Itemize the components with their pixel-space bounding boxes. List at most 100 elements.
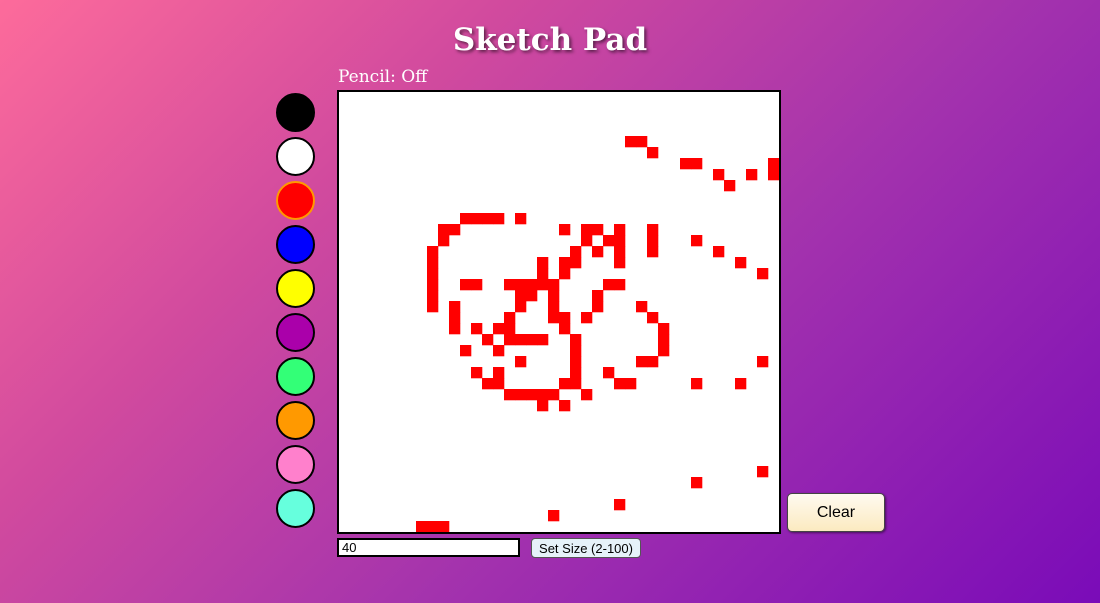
painted-cell[interactable] [449,301,461,313]
painted-cell[interactable] [493,323,505,335]
painted-cell[interactable] [658,323,670,335]
painted-cell[interactable] [614,279,626,291]
painted-cell[interactable] [504,389,516,401]
painted-cell[interactable] [548,290,560,302]
painted-cell[interactable] [570,367,582,379]
painted-cell[interactable] [493,367,505,379]
painted-cell[interactable] [526,334,538,346]
color-swatch-aqua[interactable] [276,489,315,528]
clear-button[interactable]: Clear [787,493,885,532]
painted-cell[interactable] [449,323,461,335]
set-size-button[interactable]: Set Size (2-100) [531,538,641,558]
painted-cell[interactable] [691,235,703,247]
painted-cell[interactable] [757,268,769,280]
painted-cell[interactable] [449,312,461,324]
color-swatch-orange[interactable] [276,401,315,440]
painted-cell[interactable] [647,356,659,368]
painted-cell[interactable] [735,257,747,269]
painted-cell[interactable] [548,301,560,313]
painted-cell[interactable] [515,213,527,225]
painted-cell[interactable] [713,169,725,181]
painted-cell[interactable] [537,279,549,291]
painted-cell[interactable] [581,312,593,324]
painted-cell[interactable] [592,224,604,236]
painted-cell[interactable] [570,356,582,368]
painted-cell[interactable] [537,389,549,401]
painted-cell[interactable] [636,356,648,368]
painted-cell[interactable] [515,301,527,313]
painted-cell[interactable] [537,257,549,269]
painted-cell[interactable] [570,246,582,258]
painted-cell[interactable] [482,334,494,346]
painted-cell[interactable] [625,378,637,390]
painted-cell[interactable] [559,224,571,236]
painted-cell[interactable] [768,158,779,170]
painted-cell[interactable] [438,235,450,247]
color-swatch-purple[interactable] [276,313,315,352]
painted-cell[interactable] [614,378,626,390]
painted-cell[interactable] [427,290,439,302]
painted-cell[interactable] [493,213,505,225]
painted-cell[interactable] [559,257,571,269]
painted-cell[interactable] [603,367,615,379]
painted-cell[interactable] [471,213,483,225]
painted-cell[interactable] [548,312,560,324]
grid-size-input[interactable] [337,538,520,557]
color-swatch-blue[interactable] [276,225,315,264]
painted-cell[interactable] [471,367,483,379]
painted-cell[interactable] [559,378,571,390]
painted-cell[interactable] [548,389,560,401]
painted-cell[interactable] [713,246,725,258]
painted-cell[interactable] [559,268,571,280]
painted-cell[interactable] [537,268,549,280]
painted-cell[interactable] [625,136,637,148]
painted-cell[interactable] [603,235,615,247]
painted-cell[interactable] [680,158,692,170]
painted-cell[interactable] [515,356,527,368]
painted-cell[interactable] [691,477,703,489]
painted-cell[interactable] [768,169,779,181]
painted-cell[interactable] [471,323,483,335]
painted-cell[interactable] [515,290,527,302]
painted-cell[interactable] [471,279,483,291]
color-swatch-pink[interactable] [276,445,315,484]
painted-cell[interactable] [724,180,736,192]
painted-cell[interactable] [647,235,659,247]
color-swatch-yellow[interactable] [276,269,315,308]
painted-cell[interactable] [570,257,582,269]
painted-cell[interactable] [493,378,505,390]
drawing-canvas[interactable] [337,90,781,534]
painted-cell[interactable] [658,345,670,357]
painted-cell[interactable] [449,224,461,236]
painted-cell[interactable] [658,334,670,346]
painted-cell[interactable] [746,169,758,181]
painted-cell[interactable] [636,301,648,313]
painted-cell[interactable] [526,279,538,291]
painted-cell[interactable] [504,312,516,324]
painted-cell[interactable] [647,224,659,236]
painted-cell[interactable] [515,279,527,291]
painted-cell[interactable] [592,301,604,313]
painted-cell[interactable] [548,510,560,522]
color-swatch-red[interactable] [276,181,315,220]
color-swatch-black[interactable] [276,93,315,132]
painted-cell[interactable] [559,323,571,335]
painted-cell[interactable] [570,334,582,346]
painted-cell[interactable] [438,521,450,532]
painted-cell[interactable] [504,323,516,335]
painted-cell[interactable] [559,400,571,412]
painted-cell[interactable] [515,334,527,346]
painted-cell[interactable] [427,301,439,313]
pixel-grid[interactable] [339,92,779,532]
painted-cell[interactable] [493,345,505,357]
painted-cell[interactable] [504,279,516,291]
painted-cell[interactable] [691,158,703,170]
painted-cell[interactable] [559,312,571,324]
painted-cell[interactable] [592,290,604,302]
painted-cell[interactable] [570,378,582,390]
painted-cell[interactable] [581,235,593,247]
painted-cell[interactable] [427,246,439,258]
painted-cell[interactable] [614,246,626,258]
painted-cell[interactable] [427,279,439,291]
painted-cell[interactable] [581,389,593,401]
